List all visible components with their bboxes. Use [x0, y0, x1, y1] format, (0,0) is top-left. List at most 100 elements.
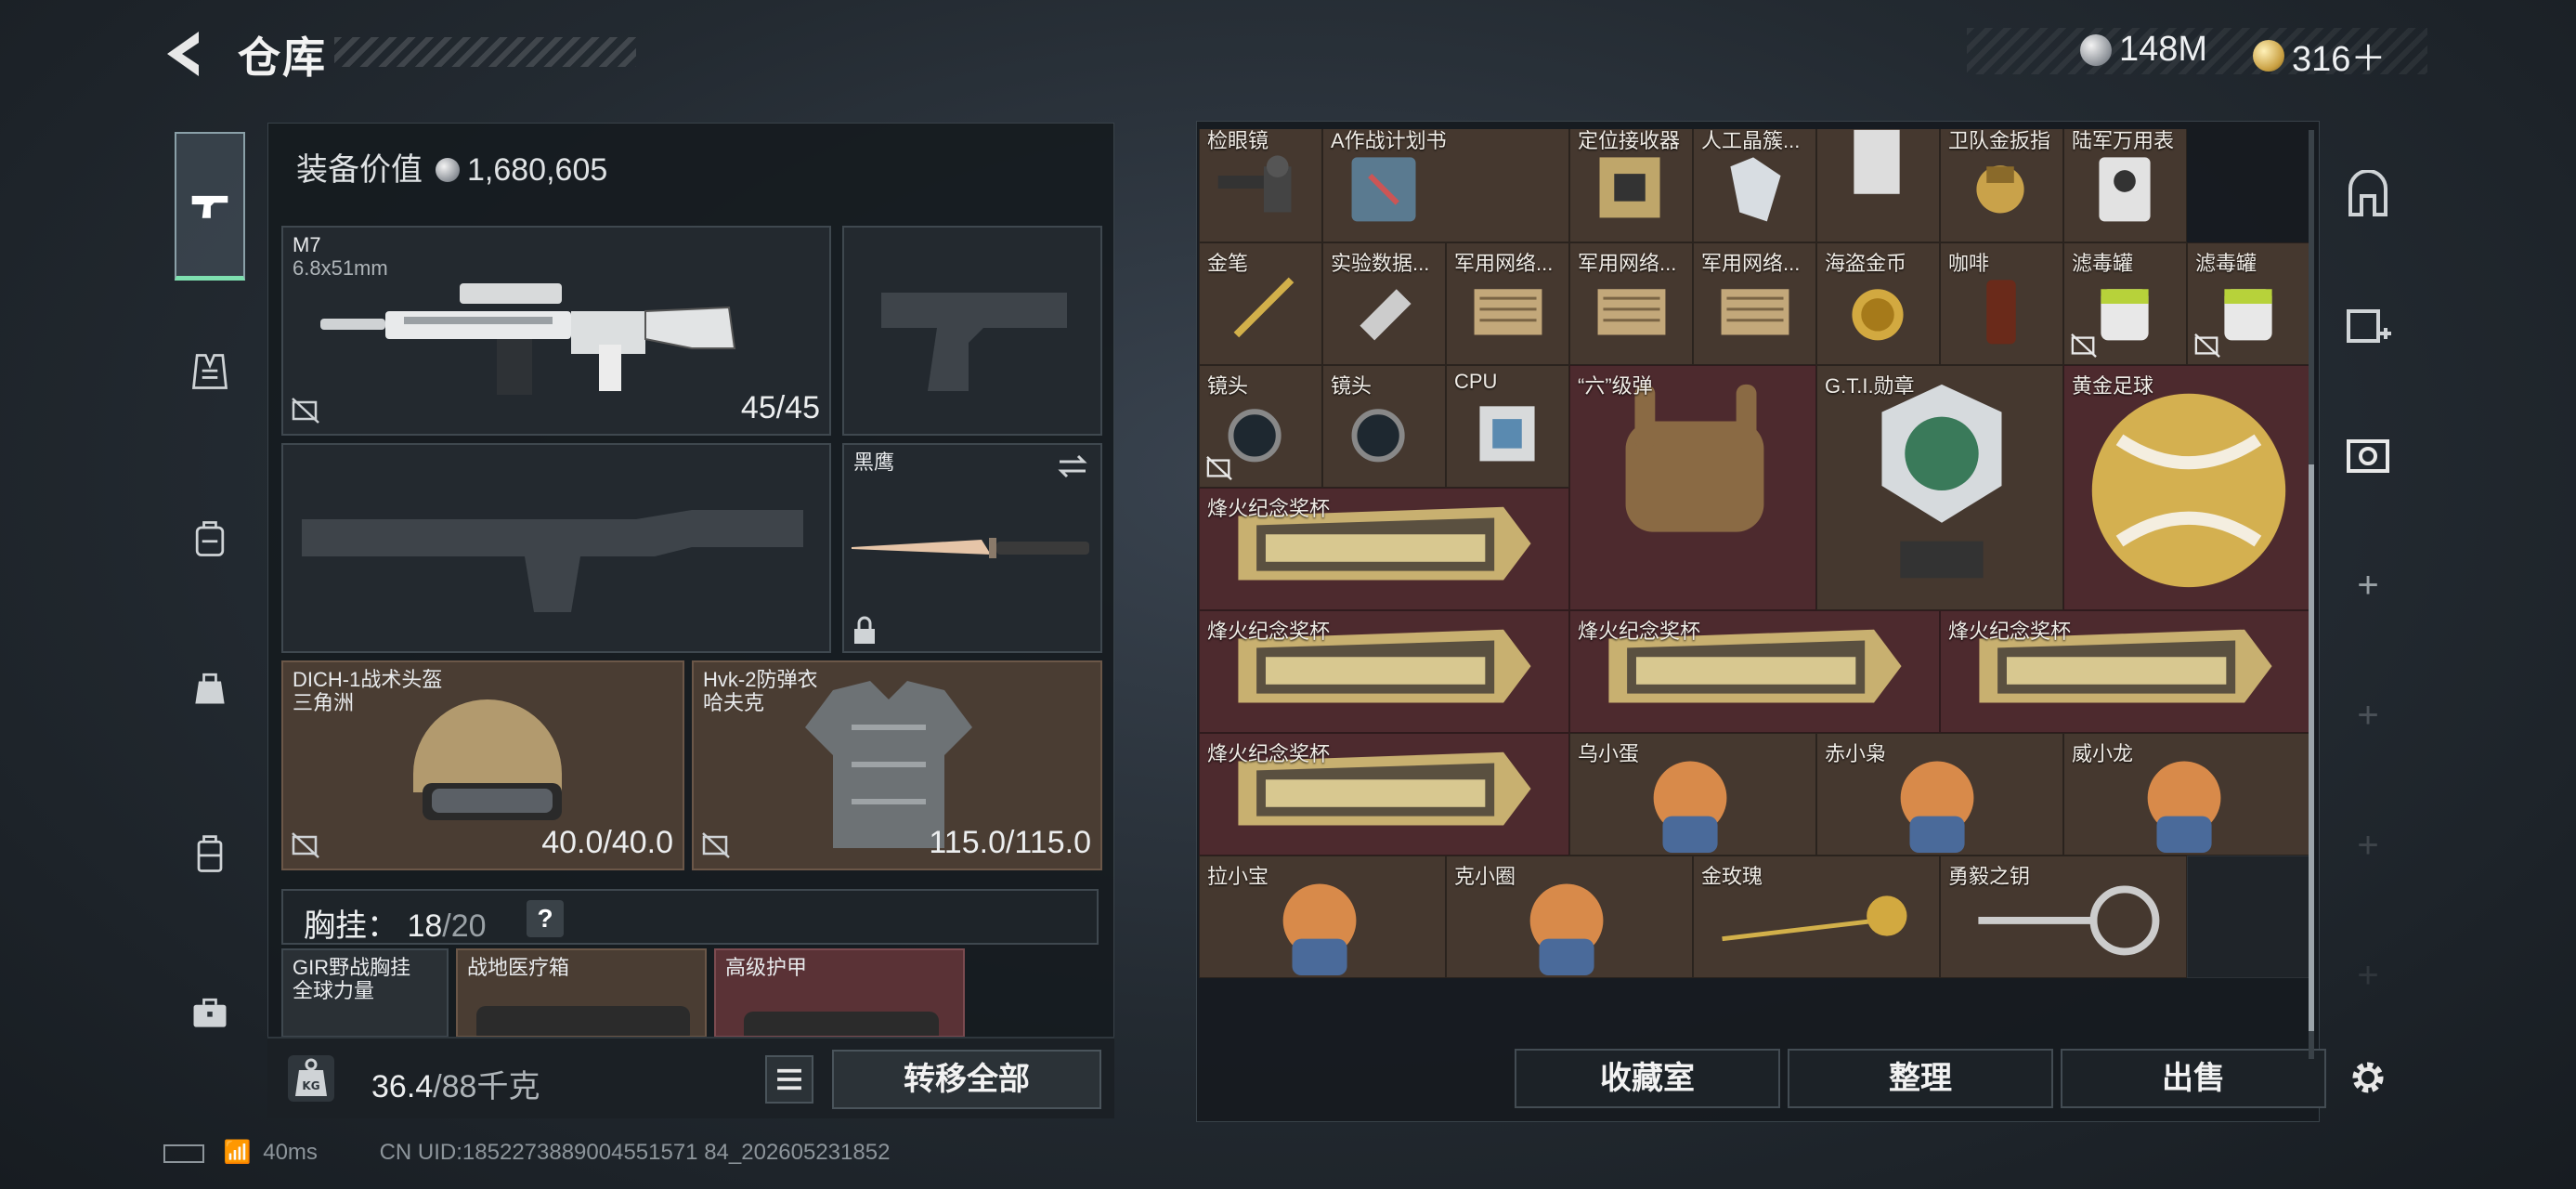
nav-home[interactable] — [2340, 167, 2396, 223]
item-cell[interactable]: 烽火纪念奖杯 — [1199, 488, 1569, 610]
nav-toolbox[interactable] — [175, 938, 245, 1087]
rig-item-slot[interactable]: 高级护甲 — [714, 948, 965, 1038]
sort-button[interactable]: 整理 — [1788, 1049, 2053, 1108]
nav-armor[interactable] — [175, 297, 245, 446]
scrollbar-thumb[interactable] — [2309, 464, 2314, 1031]
item-cell[interactable]: 威小龙 — [2063, 733, 2310, 856]
rig-item-slot[interactable]: 战地医疗箱 — [456, 948, 707, 1038]
item-cell[interactable]: A作战计划书 — [1322, 129, 1569, 242]
item-cell[interactable]: 赤小枭 — [1816, 733, 2063, 856]
rig-item-name: GIR野战胸挂 全球力量 — [293, 956, 411, 1002]
no-drop-icon — [2194, 333, 2220, 358]
helmet-faction: 三角洲 — [293, 691, 355, 714]
item-cell[interactable]: 检眼镜 — [1199, 129, 1322, 242]
arch-icon — [2348, 170, 2387, 216]
item-cell[interactable]: 烽火纪念奖杯 — [1569, 610, 1940, 733]
armor-durability: 115.0/115.0 — [929, 825, 1091, 860]
chest-rig-bar[interactable]: 胸挂： 18/20 ? — [281, 889, 1099, 945]
item-cell[interactable]: CPU — [1446, 365, 1569, 488]
nav-case[interactable] — [175, 780, 245, 929]
no-drop-icon — [292, 832, 319, 858]
weapon-durability: 45/45 — [740, 390, 820, 425]
item-name: 滤毒罐 — [2195, 252, 2257, 275]
secondary-weapon-slot[interactable] — [281, 443, 831, 653]
item-cell[interactable]: 人工晶簇... — [1693, 129, 1816, 242]
list-view-button[interactable] — [765, 1055, 813, 1104]
item-name: 烽火纪念奖杯 — [1207, 497, 1331, 520]
item-cell[interactable]: 镜头 — [1322, 365, 1446, 488]
item-cell[interactable]: 海盗金币 — [1816, 242, 1940, 365]
pistol-icon — [191, 195, 228, 218]
add-tab-button[interactable]: + — [2340, 557, 2396, 613]
swap-icon[interactable] — [1056, 452, 1089, 480]
item-name: 滤毒罐 — [2072, 252, 2134, 275]
item-cell[interactable]: 克小圈 — [1446, 856, 1693, 978]
plus-icon: + — [2357, 955, 2379, 996]
gold-currency[interactable]: 316＋ — [2253, 30, 2386, 81]
item-cell[interactable]: 卫队金扳指 — [1940, 129, 2063, 242]
plus-icon: + — [2357, 825, 2379, 866]
primary-weapon-slot[interactable]: M7 6.8x51mm 45/45 — [281, 226, 831, 436]
collection-room-button[interactable]: 收藏室 — [1515, 1049, 1780, 1108]
silver-coin-icon — [2080, 33, 2112, 66]
nav-backpack[interactable] — [175, 464, 245, 613]
empty-slot[interactable] — [2187, 856, 2310, 978]
nav-add-case[interactable] — [2340, 297, 2396, 353]
back-button[interactable] — [156, 26, 212, 82]
item-cell[interactable]: 咖啡 — [1940, 242, 2063, 365]
item-cell[interactable]: 金玫瑰 — [1693, 856, 1940, 978]
item-cell[interactable]: 定位接收器 — [1569, 129, 1693, 242]
item-cell[interactable]: 黄金足球 — [2063, 365, 2310, 610]
item-cell[interactable]: 滤毒罐 — [2187, 242, 2310, 365]
armor-slot[interactable]: Hvk-2防弹衣 哈夫克 115.0/115.0 — [692, 660, 1102, 870]
rig-item-slot[interactable]: GIR野战胸挂 全球力量 — [281, 948, 449, 1038]
m7-rifle-icon — [320, 283, 736, 395]
weight-text: 36.4/88千克 — [371, 1069, 540, 1104]
list-icon — [777, 1068, 801, 1091]
box-icon — [1854, 129, 1900, 194]
transfer-all-button[interactable]: 转移全部 — [832, 1050, 1101, 1109]
item-cell[interactable]: G.T.I.勋章 — [1816, 365, 2063, 610]
nav-weapons[interactable] — [175, 132, 245, 281]
item-cell[interactable]: 勇毅之钥 — [1940, 856, 2187, 978]
add-tab-button[interactable]: + — [2340, 687, 2396, 743]
item-cell[interactable]: 镜头 — [1199, 365, 1322, 488]
item-name: 烽火纪念奖杯 — [1948, 620, 2072, 643]
item-cell[interactable]: 军用网络... — [1693, 242, 1816, 365]
vest-icon — [191, 354, 228, 389]
item-cell[interactable]: 实验数据... — [1322, 242, 1446, 365]
settings-button[interactable] — [2340, 1050, 2396, 1105]
item-name: G.T.I.勋章 — [1825, 374, 1915, 398]
weight-bar: KG 36.4/88千克 转移全部 — [267, 1037, 1114, 1118]
item-cell[interactable]: 烽火纪念奖杯 — [1199, 733, 1569, 856]
item-cell[interactable]: 乌小蛋 — [1569, 733, 1816, 856]
item-name: 赤小枭 — [1825, 742, 1887, 765]
ball-icon — [2091, 393, 2286, 588]
add-tab-button[interactable]: + — [2340, 947, 2396, 1003]
item-cell[interactable]: 陆军万用表 — [2063, 129, 2187, 242]
add-tab-button[interactable]: + — [2340, 817, 2396, 873]
nav-bag[interactable] — [175, 613, 245, 762]
item-cell[interactable]: 金笔 — [1199, 242, 1322, 365]
melee-slot[interactable]: 黑鹰 — [842, 443, 1102, 653]
sell-button[interactable]: 出售 — [2061, 1049, 2326, 1108]
silver-currency[interactable]: 148M — [2080, 30, 2207, 70]
item-name: CPU — [1454, 370, 1498, 393]
item-cell[interactable] — [1816, 129, 1940, 242]
item-cell[interactable]: 烽火纪念奖杯 — [1940, 610, 2310, 733]
item-cell[interactable]: 烽火纪念奖杯 — [1199, 610, 1569, 733]
sidearm-slot[interactable] — [842, 226, 1102, 436]
item-cell[interactable]: 拉小宝 — [1199, 856, 1446, 978]
item-cell[interactable]: 滤毒罐 — [2063, 242, 2187, 365]
item-name: 海盗金币 — [1825, 252, 1907, 275]
item-cell[interactable]: 军用网络... — [1446, 242, 1569, 365]
item-name: 军用网络... — [1701, 252, 1801, 275]
equip-value-amount: 1,680,605 — [467, 152, 608, 188]
nav-safebox[interactable] — [2340, 427, 2396, 483]
item-grid: 检眼镜 A作战计划书 定位接收器 人工晶簇... 卫队金扳指 陆军万用表金笔 实验数据...… — [1199, 129, 2313, 1028]
item-cell[interactable]: “六”级弹 — [1569, 365, 1816, 610]
item-name: 定位接收器 — [1578, 129, 1681, 152]
helmet-slot[interactable]: DICH-1战术头盔 三角洲 40.0/40.0 — [281, 660, 684, 870]
help-button[interactable]: ? — [527, 900, 564, 937]
item-cell[interactable]: 军用网络... — [1569, 242, 1693, 365]
